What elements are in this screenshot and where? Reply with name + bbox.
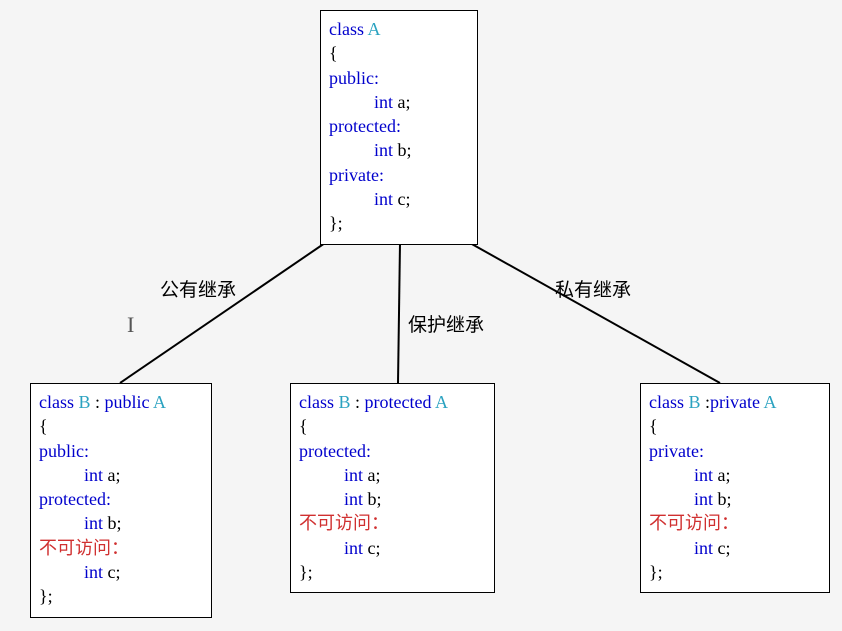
section-public: public: [329,66,469,90]
label-public-inheritance: 公有继承 [160,275,236,302]
member-b: int b; [329,138,469,162]
classB-priv-declaration: class B :private A [649,390,821,414]
section-private: private: [329,163,469,187]
member-a: int a; [329,90,469,114]
member-c: int c; [299,536,486,560]
member-b: int b; [299,487,486,511]
no-access-label: 不可访问： [649,511,821,535]
member-c: int c; [39,560,203,584]
label-protected-inheritance: 保护继承 [408,310,484,337]
keyword-class: class [329,19,364,39]
classA-declaration: class A [329,17,469,41]
section-public: public: [39,439,203,463]
classB-prot-declaration: class B : protected A [299,390,486,414]
section-protected: protected: [329,114,469,138]
class-name-A: A [368,19,381,39]
brace-open: { [329,41,469,65]
no-access-label: 不可访问： [299,511,486,535]
section-protected: protected: [299,439,486,463]
classB-pub-declaration: class B : public A [39,390,203,414]
member-a: int a; [649,463,821,487]
class-b-private-box: class B :private A { private: int a; int… [640,383,830,593]
class-a-box: class A { public: int a; protected: int … [320,10,478,245]
brace-close: }; [329,211,469,235]
section-protected: protected: [39,487,203,511]
text-cursor-icon: I [127,312,134,338]
label-private-inheritance: 私有继承 [555,275,631,302]
member-b: int b; [39,511,203,535]
member-a: int a; [299,463,486,487]
member-a: int a; [39,463,203,487]
section-private: private: [649,439,821,463]
class-b-public-box: class B : public A { public: int a; prot… [30,383,212,618]
member-b: int b; [649,487,821,511]
no-access-label: 不可访问： [39,536,203,560]
member-c: int c; [649,536,821,560]
member-c: int c; [329,187,469,211]
class-b-protected-box: class B : protected A { protected: int a… [290,383,495,593]
